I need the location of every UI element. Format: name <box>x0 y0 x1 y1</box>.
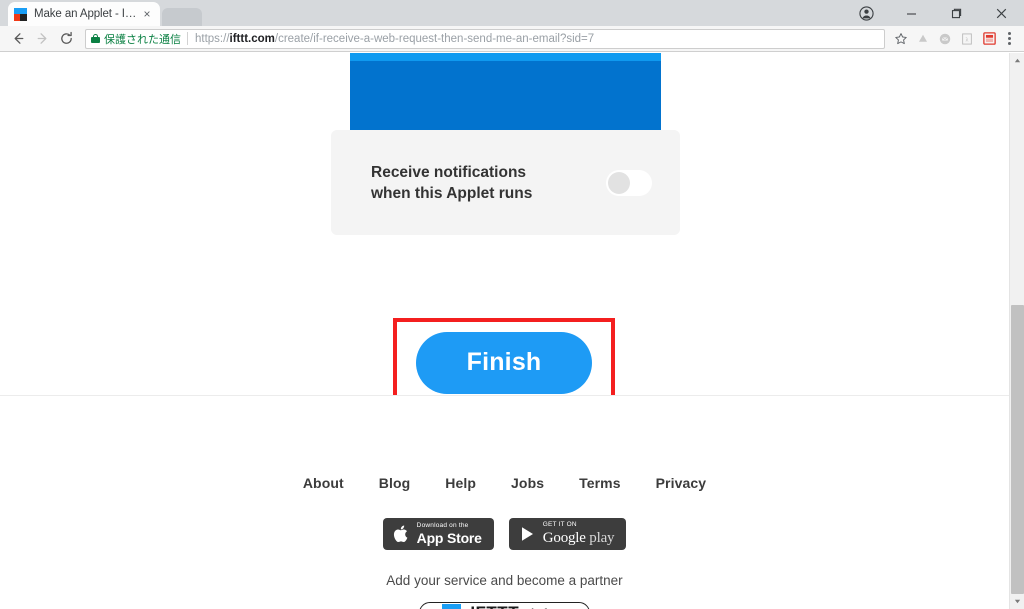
tab-title: Make an Applet - IFTTT <box>34 8 140 20</box>
menu-dot <box>1007 32 1011 35</box>
notification-label-line2: when this Applet runs <box>371 184 533 202</box>
url-domain: ifttt.com <box>229 32 275 45</box>
apple-icon <box>393 525 408 543</box>
reload-button[interactable] <box>54 28 78 50</box>
page-viewport: works with Receive notifications whe <box>0 53 1024 609</box>
drive-glyph <box>918 34 928 42</box>
window-controls <box>844 0 1024 26</box>
mail-circle-icon[interactable] <box>934 28 956 50</box>
menu-dot <box>1007 42 1011 45</box>
page-footer: About Blog Help Jobs Terms Privacy Downl… <box>0 396 1009 609</box>
menu-dot <box>1007 37 1011 40</box>
back-arrow-icon <box>14 33 23 44</box>
play-word: play <box>589 529 615 546</box>
extension-glyph <box>982 32 996 45</box>
scroll-down-glyph <box>1014 599 1021 604</box>
footer-link-privacy[interactable]: Privacy <box>656 475 707 491</box>
omnibox-separator <box>187 32 188 45</box>
notification-setting-card: Receive notifications when this Applet r… <box>331 130 680 235</box>
app-store-badge[interactable]: Download on the App Store <box>382 518 494 550</box>
minimize-button[interactable] <box>889 0 934 26</box>
google-play-small-label: GET IT ON <box>542 521 577 529</box>
tab-close-icon[interactable]: × <box>140 7 154 21</box>
profile-icon[interactable] <box>844 0 889 26</box>
card-top-strip <box>350 53 661 61</box>
scroll-down-arrow[interactable] <box>1010 594 1024 609</box>
security-status-label: 保護された通信 <box>104 33 181 46</box>
close-window-button[interactable] <box>979 0 1024 26</box>
browser-window: Make an Applet - IFTTT × <box>0 0 1024 609</box>
ifttt-favicon-icon <box>14 7 27 21</box>
app-store-small-label: Download on the <box>416 521 469 529</box>
app-store-big-label: App Store <box>416 530 482 547</box>
pdf-glyph: λ <box>962 32 972 45</box>
scroll-up-arrow[interactable] <box>1010 53 1024 68</box>
finish-button-highlight: Finish <box>393 318 615 407</box>
ifttt-page: works with Receive notifications whe <box>0 53 1009 609</box>
footer-link-jobs[interactable]: Jobs <box>511 475 544 491</box>
scroll-up-glyph <box>1014 58 1021 63</box>
url-text: https://ifttt.com/create/if-receive-a-we… <box>195 33 594 45</box>
play-triangle-icon <box>521 527 533 541</box>
footer-link-blog[interactable]: Blog <box>379 475 411 491</box>
browser-tab[interactable]: Make an Applet - IFTTT × <box>8 2 160 26</box>
notification-label: Receive notifications when this Applet r… <box>371 162 606 204</box>
footer-link-about[interactable]: About <box>303 475 344 491</box>
page-scrollbar[interactable] <box>1009 53 1024 609</box>
footer-link-terms[interactable]: Terms <box>579 475 620 491</box>
mail-circle-glyph <box>939 33 951 44</box>
svg-text:λ: λ <box>966 37 969 43</box>
pdf-icon[interactable]: λ <box>956 28 978 50</box>
applet-setup-content: works with Receive notifications whe <box>0 53 1009 407</box>
ifttt-wordmark: IFTTT <box>470 603 519 609</box>
minimize-glyph <box>907 12 916 15</box>
ifttt-platform-button[interactable]: IFTTT Platform <box>419 602 590 609</box>
maximize-glyph <box>951 8 962 18</box>
app-store-text: Download on the App Store <box>416 521 482 547</box>
maximize-button[interactable] <box>934 0 979 26</box>
new-tab-button[interactable] <box>162 8 202 26</box>
footer-link-help[interactable]: Help <box>445 475 476 491</box>
tab-strip: Make an Applet - IFTTT × <box>0 0 1024 26</box>
back-button[interactable] <box>6 28 30 50</box>
google-play-big-label: Google play <box>542 529 615 546</box>
app-store-badges: Download on the App Store GET IT ON Goog… <box>382 518 627 550</box>
url-path: /create/if-receive-a-web-request-then-se… <box>274 32 595 45</box>
finish-button[interactable]: Finish <box>416 331 592 394</box>
drive-icon[interactable] <box>912 28 934 50</box>
partner-text: Add your service and become a partner <box>386 573 623 588</box>
url-scheme: https:// <box>195 32 230 45</box>
lock-icon <box>91 34 100 43</box>
google-play-badge[interactable]: GET IT ON Google play <box>508 518 627 550</box>
google-play-text: GET IT ON Google play <box>543 522 615 546</box>
address-bar[interactable]: 保護された通信 https://ifttt.com/create/if-rece… <box>85 28 885 49</box>
bookmark-star-icon[interactable] <box>890 28 912 50</box>
notification-toggle[interactable] <box>606 169 652 196</box>
toggle-knob <box>608 171 630 194</box>
extension-icon[interactable] <box>978 28 1000 50</box>
scrollbar-thumb[interactable] <box>1011 305 1024 594</box>
google-word: Google <box>542 529 586 546</box>
close-glyph <box>996 8 1007 18</box>
reload-icon <box>60 31 72 44</box>
ifttt-logo-icon <box>442 603 462 609</box>
browser-toolbar: 保護された通信 https://ifttt.com/create/if-rece… <box>0 26 1024 52</box>
forward-arrow-icon <box>37 33 46 44</box>
star-glyph <box>895 32 907 44</box>
footer-links: About Blog Help Jobs Terms Privacy <box>303 475 706 491</box>
notification-label-line1: Receive notifications <box>371 163 527 181</box>
chrome-menu-button[interactable] <box>1000 28 1018 50</box>
profile-glyph <box>859 5 874 21</box>
forward-button <box>30 28 54 50</box>
